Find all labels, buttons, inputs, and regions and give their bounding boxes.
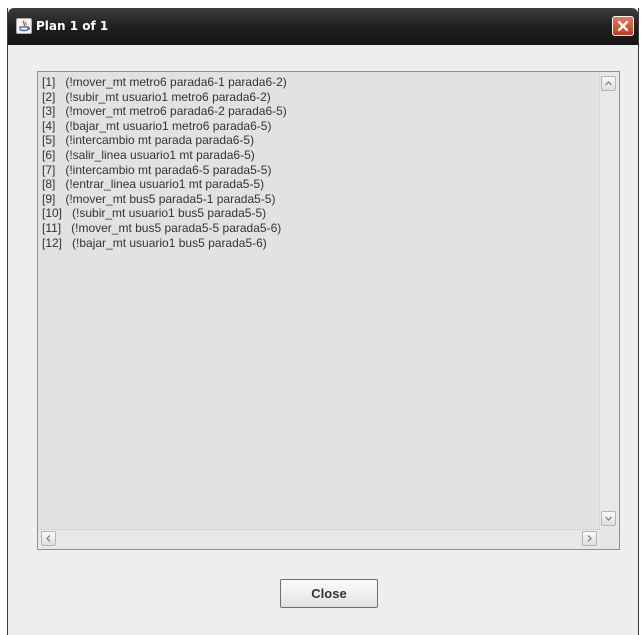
plan-line: [10] (!subir_mt usuario1 bus5 parada5-5) (42, 206, 267, 221)
plan-line: [2] (!subir_mt usuario1 metro6 parada6-2… (42, 89, 271, 104)
plan-text-area[interactable]: [1] (!mover_mt metro6 parada6-1 parada6-… (37, 71, 620, 550)
plan-line: [11] (!mover_mt bus5 parada5-5 parada5-6… (42, 220, 282, 235)
plan-line: [6] (!salir_linea usuario1 mt parada6-5) (42, 147, 255, 162)
close-button[interactable]: Close (280, 579, 378, 608)
plan-line: [12] (!bajar_mt usuario1 bus5 parada5-6) (42, 235, 267, 250)
java-icon (16, 18, 32, 34)
vertical-scrollbar[interactable] (599, 72, 619, 530)
plan-line: [8] (!entrar_linea usuario1 mt parada5-5… (42, 177, 265, 192)
plan-line: [7] (!intercambio mt parada6-5 parada5-5… (42, 162, 272, 177)
plan-line: [9] (!mover_mt bus5 parada5-1 parada5-5) (42, 191, 276, 206)
plan-dialog: Plan 1 of 1 [1] (!mover_mt metro6 parada… (7, 8, 639, 635)
plan-line: [3] (!mover_mt metro6 parada6-2 parada6-… (42, 104, 287, 119)
plan-line: [1] (!mover_mt metro6 parada6-1 parada6-… (42, 75, 287, 89)
chevron-up-icon[interactable] (601, 76, 616, 91)
plan-lines: [1] (!mover_mt metro6 parada6-1 parada6-… (42, 75, 287, 250)
plan-line: [4] (!bajar_mt usuario1 metro6 parada6-5… (42, 118, 272, 133)
close-icon[interactable] (612, 16, 634, 36)
chevron-left-icon[interactable] (41, 531, 56, 546)
window-title: Plan 1 of 1 (36, 19, 109, 33)
title-bar[interactable]: Plan 1 of 1 (8, 8, 638, 45)
chevron-right-icon[interactable] (582, 531, 597, 546)
horizontal-scrollbar[interactable] (38, 529, 600, 549)
scrollbar-corner (600, 530, 619, 549)
chevron-down-icon[interactable] (601, 511, 616, 526)
plan-line: [5] (!intercambio mt parada parada6-5) (42, 133, 255, 148)
